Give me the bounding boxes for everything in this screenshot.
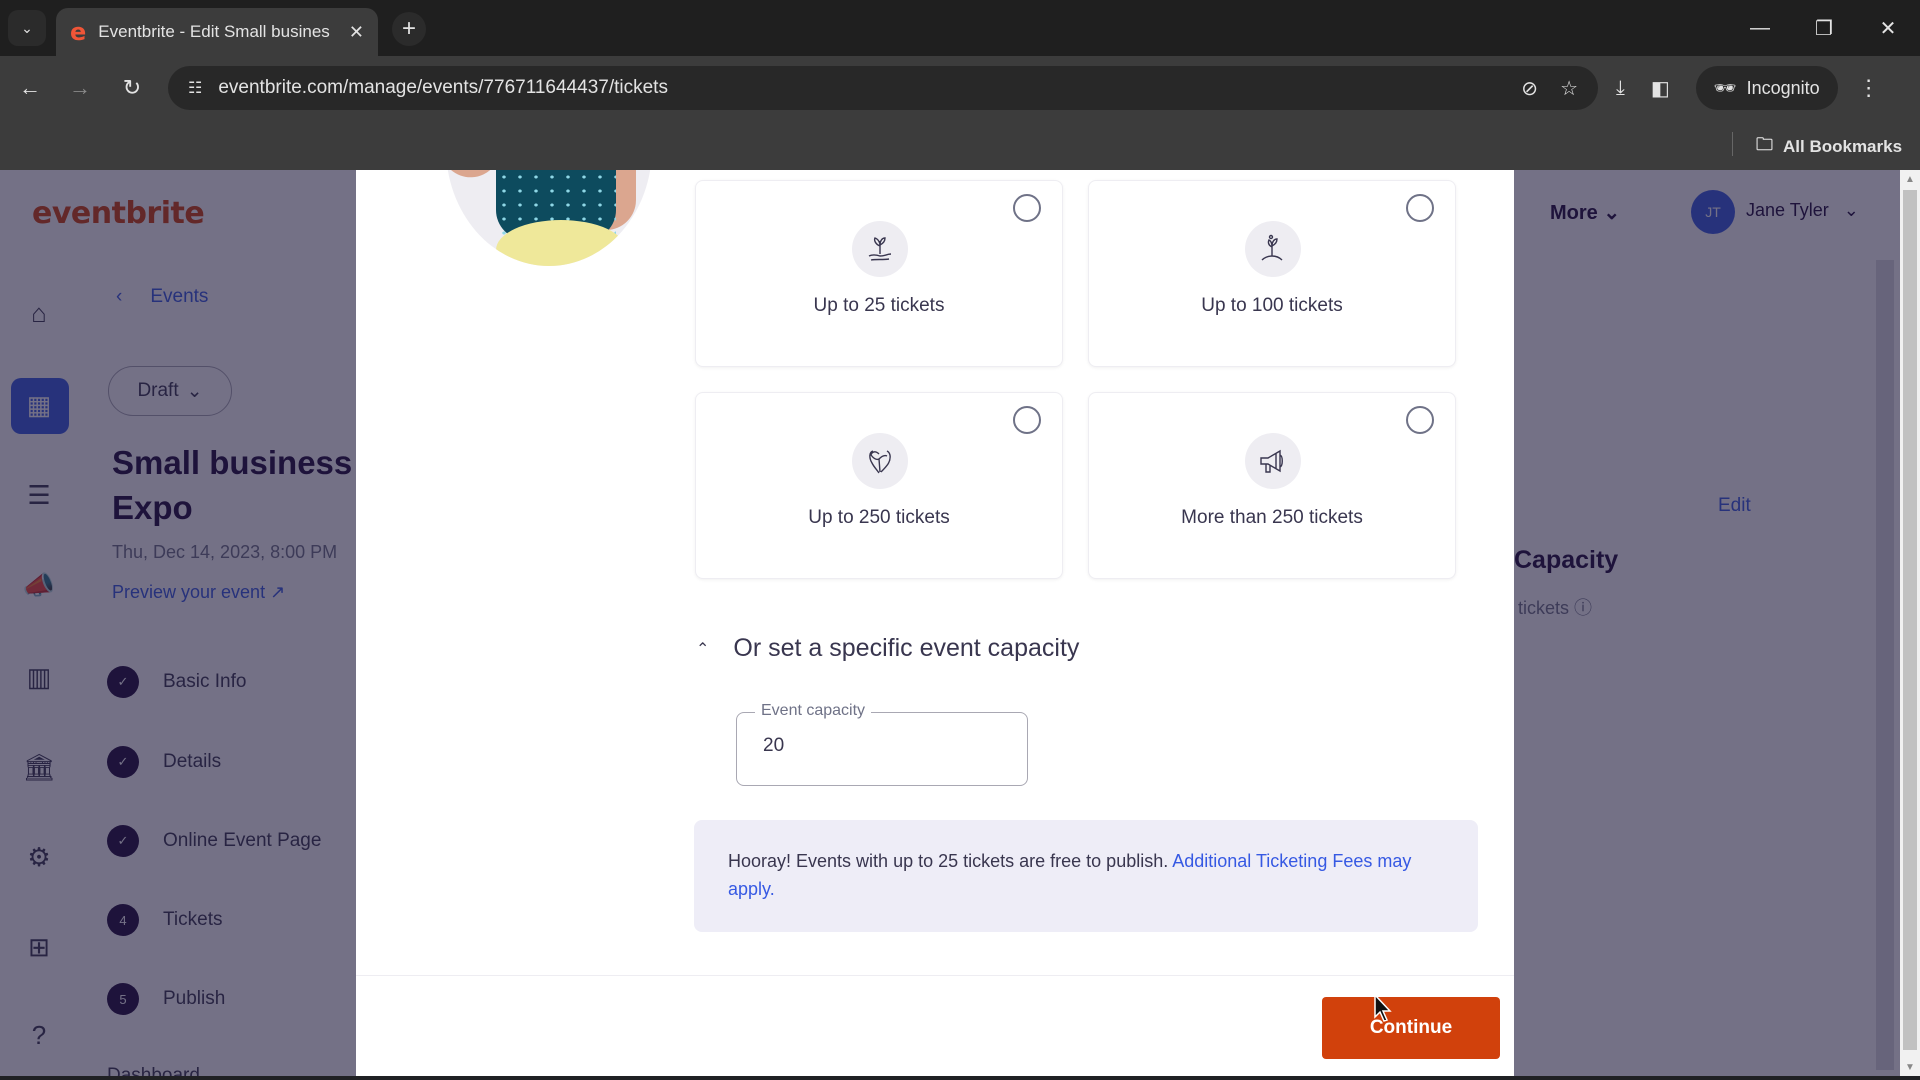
incognito-icon: 🕶 <box>1713 77 1737 98</box>
radio-button[interactable] <box>1013 194 1041 222</box>
toolbar-right: ⤓ ◧ 🕶 Incognito ⋮ <box>1616 66 1880 110</box>
minimize-icon[interactable]: — <box>1728 0 1792 56</box>
radio-button[interactable] <box>1406 194 1434 222</box>
download-icon[interactable]: ⤓ <box>1616 77 1625 100</box>
continue-button[interactable]: Continue <box>1322 997 1500 1059</box>
plus-icon: + <box>401 15 416 42</box>
option-card-up-to-25[interactable]: Up to 25 tickets <box>695 180 1063 367</box>
arrow-left-icon: ← <box>19 75 41 100</box>
tune-icon[interactable]: ☷ <box>188 78 202 98</box>
side-panel-icon[interactable]: ◧ <box>1651 76 1670 101</box>
address-bar[interactable]: ☷ eventbrite.com/manage/events/776711644… <box>168 66 1598 110</box>
notice-text: Hooray! Events with up to 25 tickets are… <box>728 851 1173 871</box>
sprout-in-hand-icon <box>852 221 908 277</box>
incognito-badge[interactable]: 🕶 Incognito <box>1695 66 1838 110</box>
reload-button[interactable]: ↻ <box>116 72 148 104</box>
folder-icon: 🗀 <box>1756 135 1773 154</box>
back-button[interactable]: ← <box>14 72 46 104</box>
radio-button[interactable] <box>1013 406 1041 434</box>
close-icon[interactable]: ✕ <box>349 22 364 43</box>
window-controls: — ❐ ✕ <box>1728 0 1920 56</box>
heart-hands-icon <box>852 433 908 489</box>
illustration <box>446 170 652 266</box>
incognito-label: Incognito <box>1746 77 1820 98</box>
event-capacity-field[interactable]: Event capacity <box>736 702 1028 786</box>
option-label: Up to 25 tickets <box>813 295 945 316</box>
arrow-right-icon: → <box>69 75 91 100</box>
new-tab-button[interactable]: + <box>392 12 426 46</box>
browser-toolbar: ← → ↻ ☷ eventbrite.com/manage/events/776… <box>0 56 1920 120</box>
chevron-down-icon: ⌄ <box>21 19 33 36</box>
eventbrite-favicon-icon: e <box>70 18 87 46</box>
specific-capacity-heading: Or set a specific event capacity <box>733 634 1080 662</box>
option-card-up-to-250[interactable]: Up to 250 tickets <box>695 392 1063 579</box>
chevron-up-icon: ⌃ <box>696 640 710 658</box>
star-icon[interactable]: ☆ <box>1560 76 1578 101</box>
option-label: Up to 250 tickets <box>808 507 950 528</box>
more-vert-icon[interactable]: ⋮ <box>1858 75 1880 101</box>
url-text[interactable]: eventbrite.com/manage/events/77671164443… <box>218 77 1499 99</box>
all-bookmarks-label: All Bookmarks <box>1783 136 1903 156</box>
pricing-notice: Hooray! Events with up to 25 tickets are… <box>694 820 1478 932</box>
scrollbar-thumb[interactable] <box>1903 190 1917 1050</box>
option-card-up-to-100[interactable]: Up to 100 tickets <box>1088 180 1456 367</box>
growing-plant-icon <box>1245 221 1301 277</box>
option-card-more-than-250[interactable]: More than 250 tickets <box>1088 392 1456 579</box>
browser-tab-active[interactable]: e Eventbrite - Edit Small busines ✕ <box>56 8 378 56</box>
scroll-down-arrow-icon[interactable]: ▼ <box>1900 1058 1920 1076</box>
event-capacity-input[interactable] <box>763 735 1003 757</box>
eye-off-icon[interactable]: ⊘ <box>1521 76 1538 101</box>
all-bookmarks-button[interactable]: 🗀 All Bookmarks <box>1756 132 1902 161</box>
browser-tabstrip: ⌄ e Eventbrite - Edit Small busines ✕ + … <box>0 0 1920 56</box>
specific-capacity-toggle[interactable]: ⌃ Or set a specific event capacity <box>696 634 1079 663</box>
bookmarks-bar: 🗀 All Bookmarks <box>0 120 1920 170</box>
option-label: Up to 100 tickets <box>1201 295 1343 316</box>
bookmarks-divider <box>1732 132 1733 156</box>
page-scrollbar[interactable]: ▲ ▼ <box>1900 170 1920 1076</box>
modal-footer-divider <box>356 975 1514 976</box>
tab-search-button[interactable]: ⌄ <box>8 10 46 46</box>
tab-title: Eventbrite - Edit Small busines <box>98 22 330 41</box>
window-close-icon[interactable]: ✕ <box>1856 0 1920 56</box>
scroll-up-arrow-icon[interactable]: ▲ <box>1900 170 1920 188</box>
bottom-edge <box>0 1076 1920 1080</box>
event-capacity-label: Event capacity <box>755 702 872 720</box>
forward-button[interactable]: → <box>64 72 96 104</box>
megaphone-icon <box>1245 433 1301 489</box>
reload-icon: ↻ <box>122 75 142 100</box>
option-label: More than 250 tickets <box>1181 507 1363 528</box>
restore-icon[interactable]: ❐ <box>1792 0 1856 56</box>
capacity-modal: Up to 25 tickets Up to 100 tickets Up to… <box>356 170 1514 1076</box>
radio-button[interactable] <box>1406 406 1434 434</box>
